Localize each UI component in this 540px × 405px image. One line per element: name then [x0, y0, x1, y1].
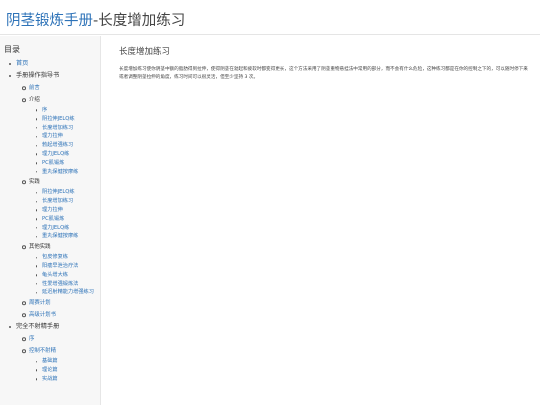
main-content: 长度增加练习 长度增加练习使你阴茎中额的脂肪得到拉伸，使得阴茎在勃起和疲软时都变… — [119, 45, 531, 87]
toc-section-label: 介绍 — [29, 97, 40, 103]
toc-link[interactable]: 实战篇 — [42, 376, 58, 382]
page-title-header: 长度增加练习 — [98, 13, 186, 29]
toc-item: 介绍 — [0, 94, 100, 106]
toc-link[interactable]: 理力JELQ练 — [42, 225, 69, 231]
toc-item[interactable]: 龟头增大练 — [0, 271, 100, 280]
toc-item[interactable]: 序 — [0, 106, 100, 115]
toc-item[interactable]: 序 — [0, 333, 100, 345]
toc-item[interactable]: 高级计划书 — [0, 309, 100, 321]
toc-link[interactable]: 阳痿早泄治疗法 — [42, 263, 78, 269]
site-title: 阴茎锻炼手册-长度增加练习 — [6, 9, 185, 30]
toc-item[interactable]: 重丸保健按摩练 — [0, 168, 100, 177]
sidebar[interactable]: 目录 首页 手册操作指导书 前言 介绍序阴拉伸JELQ练 长度增加练习 理力拉伸 勃起增强练… — [0, 36, 101, 405]
toc-item[interactable]: 理力JELQ练 — [0, 224, 100, 233]
toc-link[interactable]: 控制不射精 — [29, 348, 56, 354]
toc-link[interactable]: 高级计划书 — [29, 312, 56, 318]
toc-link[interactable]: 基础篇 — [42, 358, 58, 364]
toc-link[interactable]: 序 — [29, 336, 34, 342]
toc-section-label: 完全不射精手册 — [16, 323, 60, 331]
toc-item: 其他实践 — [0, 241, 100, 253]
toc-link[interactable]: 延迟射精能力增强练习 — [42, 289, 94, 295]
toc-link[interactable]: 长度增加练习 — [42, 125, 73, 131]
toc-item[interactable]: 重丸保健按摩练 — [0, 232, 100, 241]
toc-link[interactable]: 龟头增大练 — [42, 272, 68, 278]
toc-link[interactable]: 理力拉伸 — [42, 207, 63, 213]
toc-item[interactable]: 首页 — [0, 58, 100, 70]
toc-item: 完全不射精手册 — [0, 321, 100, 333]
toc-link[interactable]: 前言 — [29, 85, 40, 91]
toc-item[interactable]: 勃起增强练习 — [0, 141, 100, 150]
toc-item[interactable]: 前言 — [0, 82, 100, 94]
toc-link[interactable]: 重丸保健按摩练 — [42, 233, 78, 239]
toc-item[interactable]: 实战篇 — [0, 375, 100, 384]
toc-section-label: 手册操作指导书 — [16, 72, 60, 79]
toc-section-label: 其他实践 — [29, 244, 51, 251]
toc-link[interactable]: 长度增加练习 — [42, 198, 73, 204]
toc-item[interactable]: 长度增加练习 — [0, 197, 100, 206]
toc: 首页 手册操作指导书 前言 介绍序阴拉伸JELQ练 长度增加练习 理力拉伸 勃起增强练习 理力… — [0, 58, 100, 384]
toc-link[interactable]: 周赛计划 — [29, 300, 51, 306]
toc-item: 实践 — [0, 176, 100, 188]
toc-link[interactable]: 阴拉伸JELQ练 — [42, 189, 75, 195]
toc-link[interactable]: 勃起增强练习 — [42, 142, 73, 148]
toc-item[interactable]: 周赛计划 — [0, 297, 100, 309]
toc-title: 目录 — [4, 45, 20, 54]
toc-link[interactable]: 性爱增强锻炼法 — [42, 281, 78, 287]
toc-item[interactable]: PC肌锻炼 — [0, 159, 100, 168]
toc-item[interactable]: 阴拉伸JELQ练 — [0, 188, 100, 197]
toc-link[interactable]: 重丸保健按摩练 — [42, 169, 78, 175]
toc-item[interactable]: 长度增加练习 — [0, 124, 100, 133]
toc-item: 手册操作指导书 — [0, 70, 100, 82]
toc-item[interactable]: 理力拉伸 — [0, 132, 100, 141]
toc-item[interactable]: 理力拉伸 — [0, 206, 100, 215]
toc-item[interactable]: PC肌锻炼 — [0, 215, 100, 224]
toc-link[interactable]: 包皮修复练 — [42, 254, 68, 260]
toc-section-label: 实践 — [29, 179, 40, 186]
content-body: 长度增加练习使你阴茎中额的脂肪得到拉伸，使得阴茎在勃起和疲软时都变得更长，这个方… — [119, 67, 528, 80]
toc-link[interactable]: 阴拉伸JELQ练 — [42, 116, 75, 122]
toc-item[interactable]: 包皮修复练 — [0, 253, 100, 262]
toc-link[interactable]: PC肌锻炼 — [42, 160, 64, 166]
brand-link[interactable]: 阴茎锻炼手册 — [6, 13, 93, 29]
toc-item[interactable]: 控制不射精 — [0, 345, 100, 357]
toc-link[interactable]: 序 — [42, 107, 47, 113]
toc-link[interactable]: PC肌锻炼 — [42, 216, 64, 222]
toc-item[interactable]: 理力JELQ练 — [0, 150, 100, 159]
content-title: 长度增加练习 — [119, 47, 171, 57]
toc-item[interactable]: 延迟射精能力增强练习 — [0, 288, 100, 297]
toc-link[interactable]: 理论篇 — [42, 367, 58, 373]
header: 阴茎锻炼手册-长度增加练习 — [0, 0, 540, 35]
toc-link[interactable]: 理力拉伸 — [42, 133, 63, 139]
toc-item[interactable]: 基础篇 — [0, 357, 100, 366]
toc-link[interactable]: 首页 — [16, 60, 28, 67]
toc-link[interactable]: 理力JELQ练 — [42, 151, 69, 157]
toc-item[interactable]: 阳痿早泄治疗法 — [0, 262, 100, 271]
toc-item[interactable]: 理论篇 — [0, 366, 100, 375]
toc-item[interactable]: 性爱增强锻炼法 — [0, 280, 100, 289]
toc-item[interactable]: 阴拉伸JELQ练 — [0, 115, 100, 124]
